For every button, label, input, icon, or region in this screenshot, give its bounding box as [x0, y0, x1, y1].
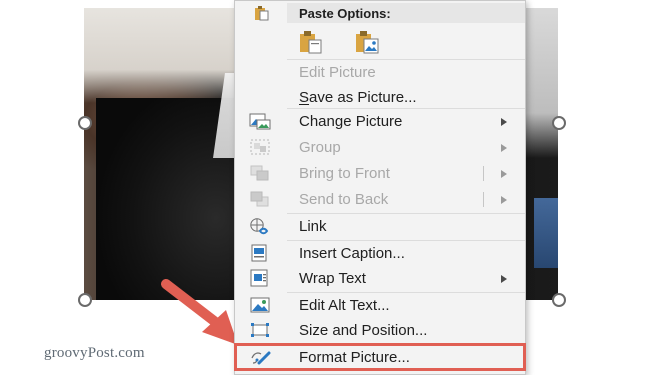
- menu-item-change-picture[interactable]: Change Picture: [235, 109, 525, 134]
- resize-handle-right[interactable]: [552, 116, 566, 130]
- resize-handle-bottom-left[interactable]: [78, 293, 92, 307]
- submenu-chevron-icon: [501, 144, 507, 152]
- menu-item-label: Send to Back: [299, 191, 389, 208]
- menu-item-wrap-text[interactable]: Wrap Text: [235, 266, 525, 291]
- menu-item-label: Size and Position...: [299, 322, 428, 339]
- menu-item-label-rest: ave as Picture...: [309, 89, 417, 106]
- paste-options-header: Paste Options:: [235, 3, 525, 23]
- paste-options-row: [297, 28, 417, 56]
- submenu-chevron-icon: [501, 275, 507, 283]
- menu-item-send-to-back[interactable]: Send to Back: [235, 187, 525, 212]
- insert-caption-icon: [251, 244, 267, 262]
- menu-item-group[interactable]: Group: [235, 135, 525, 160]
- submenu-chevron-icon: [501, 170, 507, 178]
- menu-item-label: Edit Picture: [299, 64, 376, 81]
- clipboard-icon: [255, 6, 269, 21]
- link-icon: [250, 218, 269, 235]
- menu-item-label: Link: [299, 218, 327, 235]
- submenu-chevron-icon: [501, 196, 507, 204]
- bring-to-front-icon: [250, 165, 269, 181]
- menu-item-edit-picture[interactable]: Edit Picture: [235, 60, 525, 85]
- alt-text-icon: [250, 297, 270, 313]
- paste-keep-source-icon[interactable]: [297, 28, 325, 56]
- paste-picture-icon[interactable]: [353, 28, 381, 56]
- split-divider: [483, 166, 484, 181]
- wrap-text-icon: [250, 269, 268, 287]
- group-icon: [250, 139, 270, 155]
- menu-item-bring-to-front[interactable]: Bring to Front: [235, 161, 525, 186]
- menu-item-link[interactable]: Link: [235, 214, 525, 239]
- menu-item-label: Bring to Front: [299, 165, 390, 182]
- menu-item-label: Save as Picture...: [299, 89, 417, 106]
- split-divider: [483, 192, 484, 207]
- watermark-text: groovyPost.com: [44, 345, 145, 361]
- menu-item-label: Insert Caption...: [299, 245, 405, 262]
- context-menu: Paste Options: Edit Picture Save as Pict…: [234, 0, 526, 375]
- size-position-icon: [251, 323, 269, 337]
- change-picture-icon: [249, 113, 271, 130]
- menu-item-edit-alt-text[interactable]: Edit Alt Text...: [235, 293, 525, 318]
- resize-handle-bottom-right[interactable]: [552, 293, 566, 307]
- resize-handle-left[interactable]: [78, 116, 92, 130]
- menu-item-size-and-position[interactable]: Size and Position...: [235, 318, 525, 343]
- photo-background-blue: [534, 198, 558, 268]
- send-to-back-icon: [250, 191, 269, 207]
- menu-item-insert-caption[interactable]: Insert Caption...: [235, 241, 525, 266]
- menu-item-label: Group: [299, 139, 341, 156]
- menu-item-label: Change Picture: [299, 113, 403, 130]
- menu-item-label: Wrap Text: [299, 270, 366, 287]
- highlight-box: [234, 343, 526, 371]
- document-canvas: groovyPost.com Paste Options: Edit Pictu…: [0, 0, 646, 375]
- paste-options-label: Paste Options:: [299, 5, 391, 21]
- menu-item-label: Edit Alt Text...: [299, 297, 390, 314]
- menu-item-save-as-picture[interactable]: Save as Picture...: [235, 85, 525, 110]
- submenu-chevron-icon: [501, 118, 507, 126]
